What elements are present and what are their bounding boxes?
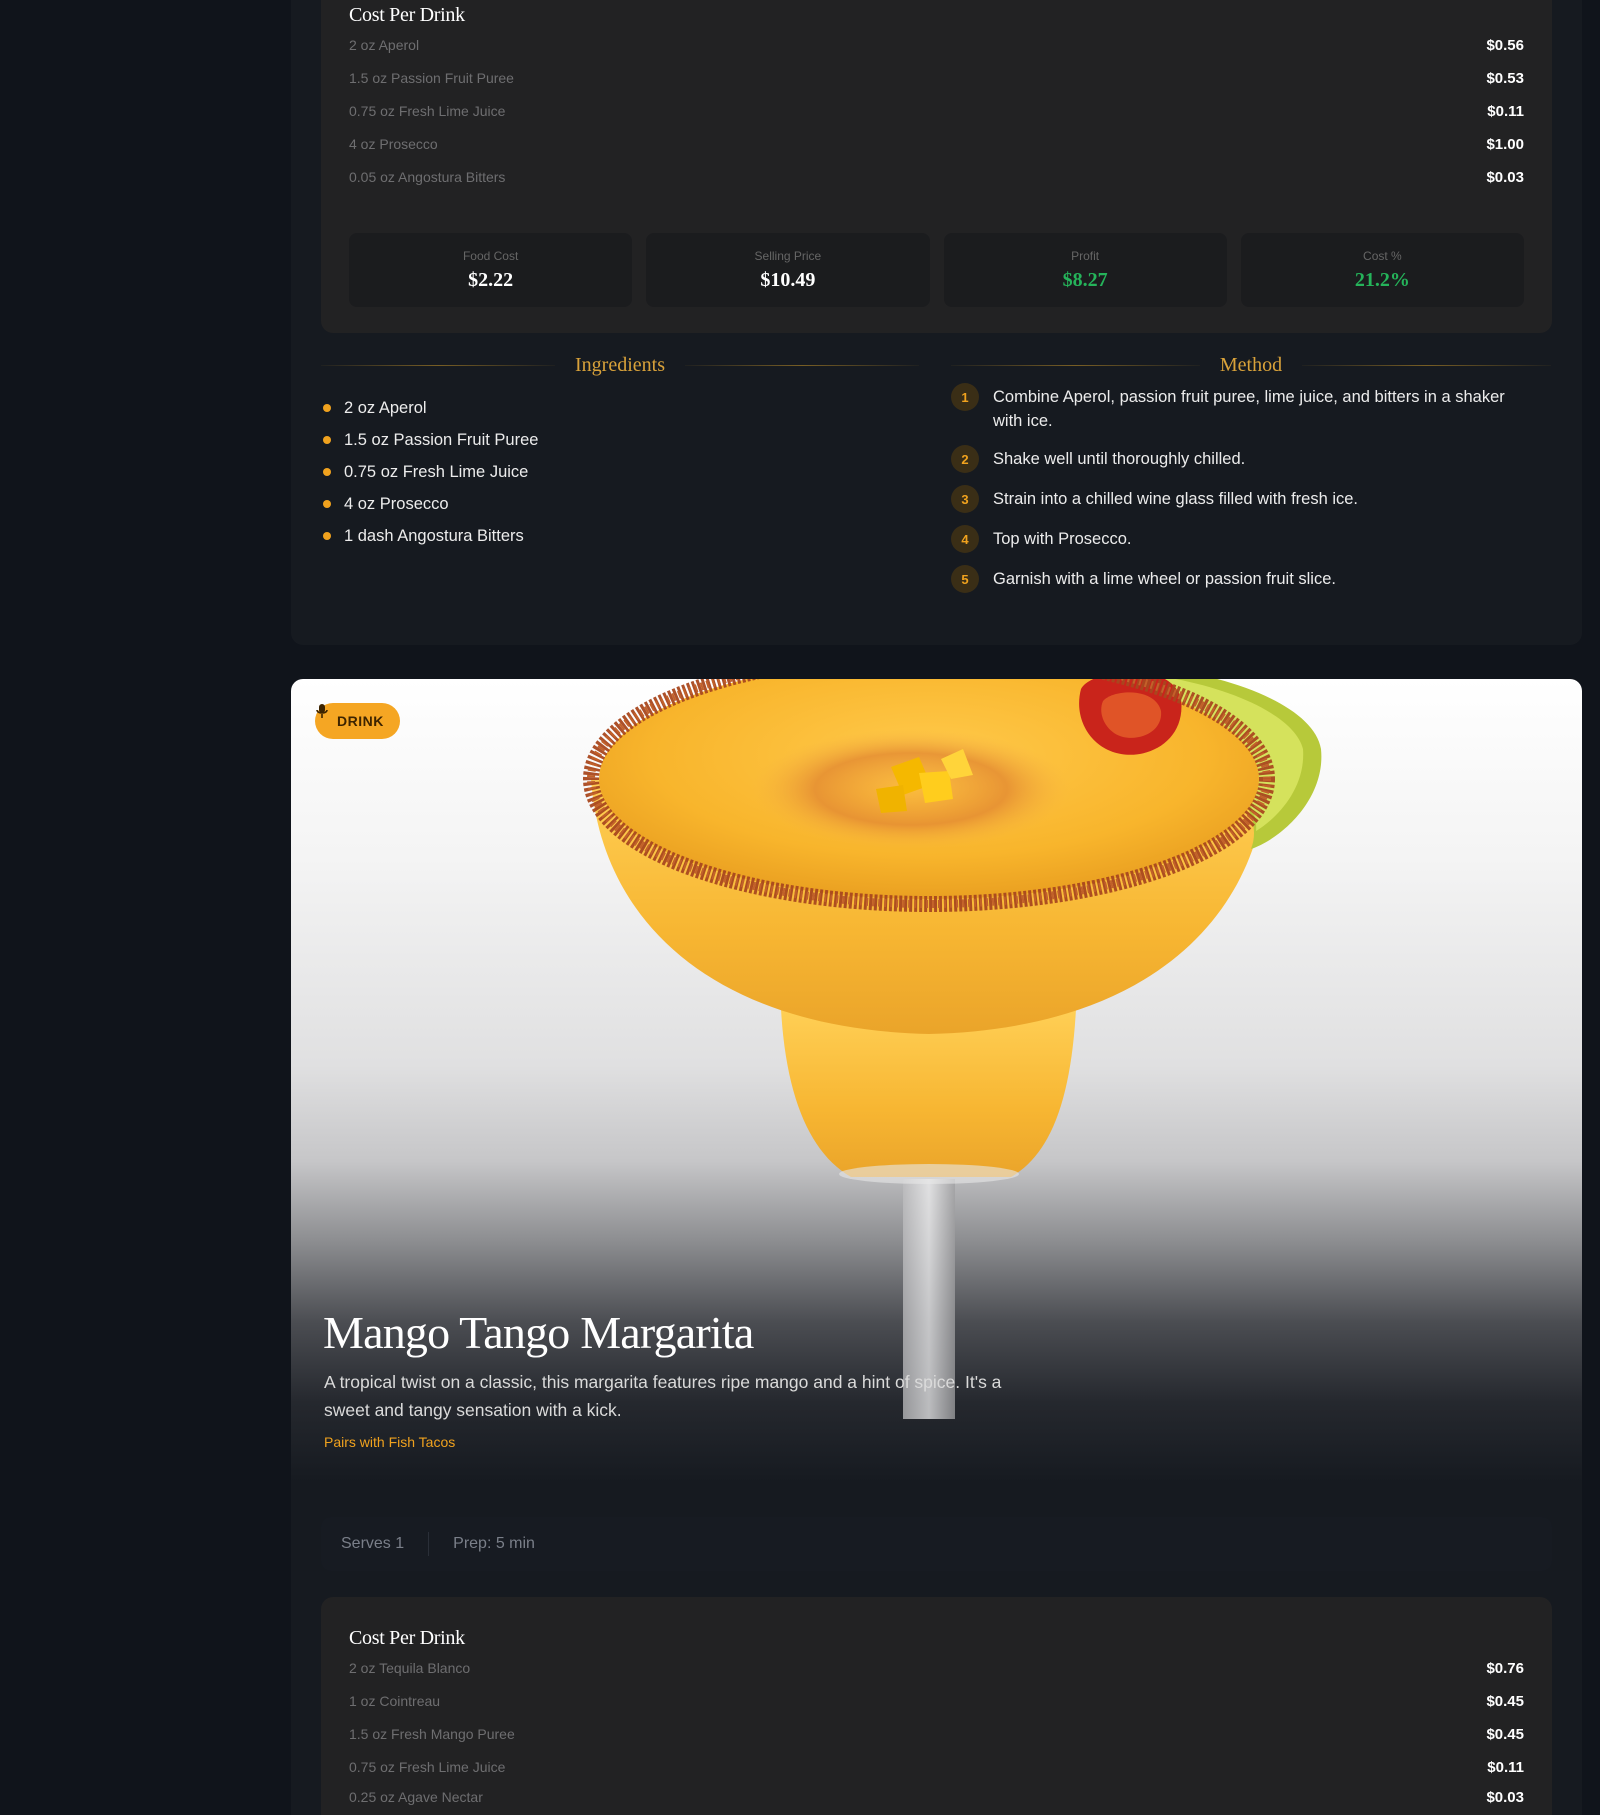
bullet-icon: [323, 436, 331, 444]
ingredient-text: 2 oz Aperol: [344, 398, 427, 417]
method-heading-text: Method: [1219, 353, 1283, 376]
ingredient-text: 1 dash Angostura Bitters: [344, 526, 524, 545]
list-item: 0.75 oz Fresh Lime Juice: [323, 456, 538, 488]
cost-row: 0.05 oz Angostura Bitters $0.03: [349, 166, 1524, 188]
cost-ingredient: 1 oz Cointreau: [349, 1693, 441, 1709]
cost-amount: $0.03: [1486, 1788, 1524, 1806]
cost-per-drink-panel: Cost Per Drink 2 oz Aperol $0.56 1.5 oz …: [321, 0, 1552, 333]
prep-time-info: Prep: 5 min: [453, 1535, 535, 1552]
step-number: 5: [951, 565, 979, 593]
step-text: Top with Prosecco.: [993, 530, 1132, 548]
bullet-icon: [323, 532, 331, 540]
bullet-icon: [323, 404, 331, 412]
stat-value: $8.27: [1062, 268, 1108, 291]
divider: [951, 364, 1200, 366]
method-step: 5 Garnish with a lime wheel or passion f…: [951, 565, 1538, 593]
cost-row: 1.5 oz Passion Fruit Puree $0.53: [349, 67, 1524, 89]
cost-ingredient: 1.5 oz Passion Fruit Puree: [349, 70, 514, 86]
cost-row: 1.5 oz Fresh Mango Puree $0.45: [349, 1723, 1524, 1745]
stat-label: Selling Price: [754, 248, 822, 263]
list-item: 1.5 oz Passion Fruit Puree: [323, 424, 538, 456]
cost-ingredient: 0.75 oz Fresh Lime Juice: [349, 103, 506, 119]
cost-ingredient: 0.05 oz Angostura Bitters: [349, 169, 506, 185]
badge-label: DRINK: [337, 713, 384, 729]
stat-label: Food Cost: [462, 248, 519, 263]
list-item: 2 oz Aperol: [323, 392, 538, 424]
ingredient-text: 4 oz Prosecco: [344, 494, 449, 513]
method-heading: Method: [951, 350, 1551, 380]
cost-panel-title: Cost Per Drink: [349, 1627, 465, 1649]
cost-ingredient: 1.5 oz Fresh Mango Puree: [349, 1726, 515, 1742]
recipe-card-aperol: Cost Per Drink 2 oz Aperol $0.56 1.5 oz …: [291, 0, 1582, 645]
step-text: Combine Aperol, passion fruit puree, lim…: [993, 388, 1505, 430]
cost-row: 4 oz Prosecco $1.00: [349, 133, 1524, 155]
cost-amount: $0.45: [1486, 1725, 1524, 1743]
category-badge[interactable]: DRINK: [315, 703, 400, 739]
cost-ingredient: 0.75 oz Fresh Lime Juice: [349, 1759, 506, 1775]
cost-ingredient: 4 oz Prosecco: [349, 136, 438, 152]
cost-row: 1 oz Cointreau $0.45: [349, 1690, 1524, 1712]
ingredients-heading-text: Ingredients: [575, 353, 665, 376]
ingredient-text: 0.75 oz Fresh Lime Juice: [344, 462, 529, 481]
cost-row: 0.75 oz Fresh Lime Juice $0.11: [349, 1756, 1524, 1778]
method-step: 2 Shake well until thoroughly chilled.: [951, 445, 1538, 473]
step-text: Shake well until thoroughly chilled.: [993, 450, 1246, 468]
step-text: Strain into a chilled wine glass filled …: [993, 490, 1359, 508]
method-step: 1 Combine Aperol, passion fruit puree, l…: [951, 383, 1538, 433]
recipe-card-mango-tango[interactable]: DRINK Mango Tango Margarita A tropical t…: [291, 679, 1582, 1815]
cost-amount: $0.45: [1486, 1692, 1524, 1710]
drink-meta-bar: Serves 1 Prep: 5 min: [321, 1517, 1552, 1571]
cost-amount: $1.00: [1486, 135, 1524, 153]
stat-value: 21.2%: [1354, 268, 1410, 291]
divider: [1302, 364, 1551, 366]
cost-amount: $0.11: [1487, 1758, 1524, 1776]
cost-amount: $0.76: [1486, 1659, 1524, 1677]
ingredients-list: 2 oz Aperol 1.5 oz Passion Fruit Puree 0…: [323, 392, 538, 552]
step-number: 1: [951, 383, 979, 411]
cost-row: 2 oz Aperol $0.56: [349, 34, 1524, 56]
stat-value: $10.49: [760, 268, 816, 291]
cost-per-drink-panel: Cost Per Drink 2 oz Tequila Blanco $0.76…: [321, 1597, 1552, 1815]
hero-image: DRINK Mango Tango Margarita A tropical t…: [291, 679, 1582, 1483]
bullet-icon: [323, 468, 331, 476]
cost-amount: $0.53: [1486, 69, 1524, 87]
stat-cost-percent: Cost % 21.2%: [1240, 233, 1524, 307]
cost-row: 0.25 oz Agave Nectar $0.03: [349, 1786, 1524, 1808]
step-number: 3: [951, 485, 979, 513]
cost-amount: $0.56: [1486, 36, 1524, 54]
step-number: 2: [951, 445, 979, 473]
stat-profit: Profit $8.27: [943, 233, 1227, 307]
method-step: 3 Strain into a chilled wine glass fille…: [951, 485, 1538, 513]
cost-panel-title: Cost Per Drink: [349, 4, 465, 26]
pairing-link[interactable]: Pairs with Fish Tacos: [324, 1434, 455, 1450]
drink-description: A tropical twist on a classic, this marg…: [324, 1372, 1002, 1420]
divider: [428, 1532, 430, 1556]
stat-food-cost: Food Cost $2.22: [349, 233, 633, 307]
cost-row: 2 oz Tequila Blanco $0.76: [349, 1657, 1524, 1679]
ingredients-heading: Ingredients: [321, 350, 920, 380]
method-step: 4 Top with Prosecco.: [951, 525, 1538, 553]
cost-summary-stats: Food Cost $2.22 Selling Price $10.49 Pro…: [349, 233, 1524, 307]
cost-amount: $0.11: [1487, 102, 1524, 120]
bullet-icon: [323, 500, 331, 508]
divider: [321, 364, 556, 366]
stat-selling-price: Selling Price $10.49: [646, 233, 930, 307]
stat-value: $2.22: [468, 268, 514, 291]
step-text: Garnish with a lime wheel or passion fru…: [993, 570, 1336, 588]
cost-amount: $0.03: [1486, 168, 1524, 186]
ingredient-text: 1.5 oz Passion Fruit Puree: [344, 430, 539, 449]
stat-label: Cost %: [1363, 248, 1402, 263]
drink-title: Mango Tango Margarita: [323, 1307, 754, 1358]
margarita-illustration: [583, 679, 1322, 1419]
cost-ingredient: 0.25 oz Agave Nectar: [349, 1789, 483, 1805]
list-item: 1 dash Angostura Bitters: [323, 520, 538, 552]
cost-ingredient: 2 oz Aperol: [349, 37, 420, 53]
cost-ingredient: 2 oz Tequila Blanco: [349, 1660, 471, 1676]
divider: [685, 364, 920, 366]
serves-info: Serves 1: [341, 1535, 405, 1552]
cost-row: 0.75 oz Fresh Lime Juice $0.11: [349, 100, 1524, 122]
stat-label: Profit: [1071, 248, 1100, 263]
list-item: 4 oz Prosecco: [323, 488, 538, 520]
step-number: 4: [951, 525, 979, 553]
